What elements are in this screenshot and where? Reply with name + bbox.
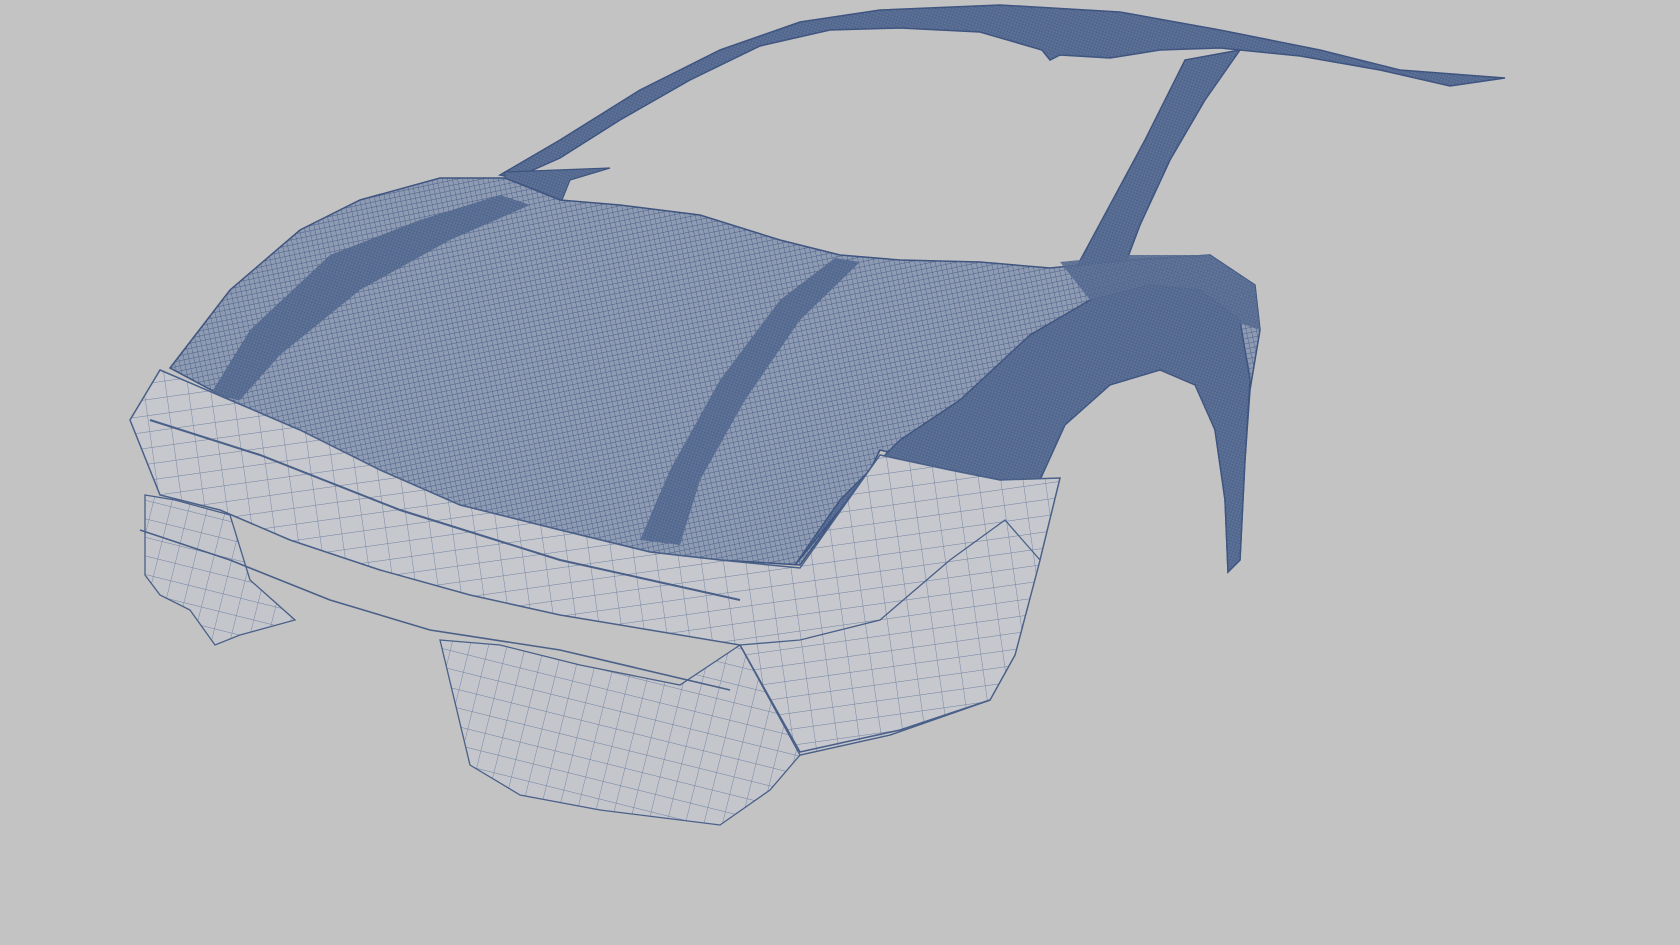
front-splitter[interactable] (439, 639, 801, 826)
rear-pillar[interactable] (1073, 48, 1242, 271)
roof-frame[interactable] (497, 4, 1506, 179)
car-body-wireframe-model[interactable] (0, 0, 1680, 945)
3d-viewport[interactable] (0, 0, 1680, 945)
